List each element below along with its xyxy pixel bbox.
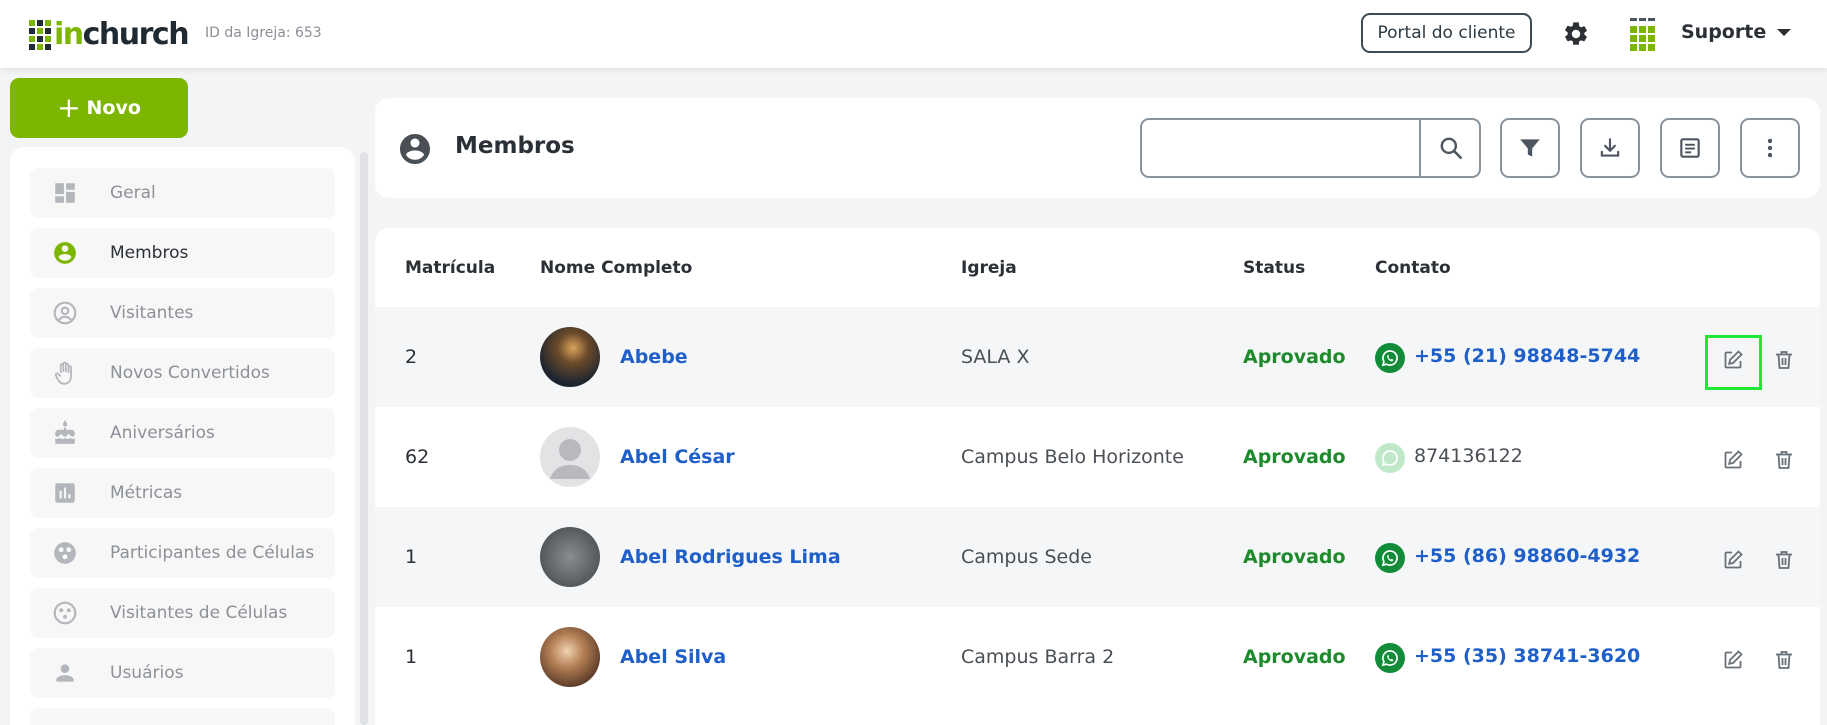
- sidebar-item-label: Usuários: [110, 663, 184, 683]
- sidebar-item-label: Geral: [110, 183, 156, 203]
- search-input[interactable]: [1142, 120, 1421, 176]
- avatar-placeholder[interactable]: [540, 427, 600, 487]
- sidebar-item-novos-convertidos[interactable]: Novos Convertidos: [30, 348, 335, 398]
- person-icon: [56, 664, 74, 682]
- sidebar-item-label: Visitantes: [110, 303, 194, 323]
- trash-icon[interactable]: [1772, 448, 1796, 472]
- column-header-nome[interactable]: Nome Completo: [540, 258, 692, 278]
- column-header-contato[interactable]: Contato: [1375, 258, 1451, 278]
- user-outline-icon: [53, 301, 77, 325]
- plus-icon: +: [57, 91, 81, 124]
- cell-matricula: 62: [405, 446, 430, 468]
- user-circle-icon: [400, 134, 430, 164]
- edit-icon[interactable]: [1721, 648, 1745, 672]
- user-name[interactable]: Suporte: [1681, 21, 1766, 43]
- more-vertical-icon: [1767, 138, 1773, 158]
- trash-icon[interactable]: [1772, 548, 1796, 572]
- logo-grid-icon: [29, 19, 51, 50]
- status-badge: Aprovado: [1243, 446, 1346, 468]
- sidebar-item-aniversarios[interactable]: Aniversários: [30, 408, 335, 458]
- sidebar-item-label: Visitantes de Células: [110, 603, 288, 623]
- sidebar-item-visitantes-celulas[interactable]: Visitantes de Células: [30, 588, 335, 638]
- status-badge: Aprovado: [1243, 346, 1346, 368]
- sidebar-item-label: Aniversários: [110, 423, 215, 443]
- cell-igreja: Campus Barra 2: [961, 646, 1115, 668]
- column-header-matricula[interactable]: Matrícula: [405, 258, 495, 278]
- trash-icon[interactable]: [1772, 648, 1796, 672]
- sidebar-item-visitantes[interactable]: Visitantes: [30, 288, 335, 338]
- logo-text: inchurch: [54, 17, 190, 52]
- hand-icon: [54, 361, 72, 385]
- cell-group-icon: [54, 542, 76, 564]
- bar-chart-icon: [55, 483, 75, 503]
- contact-phone-text: 874136122: [1414, 445, 1523, 467]
- top-bar: inchurch ID da Igreja: 653 Portal do cli…: [0, 0, 1827, 68]
- search-box: [1140, 118, 1481, 178]
- cell-matricula: 1: [405, 546, 418, 568]
- whatsapp-icon[interactable]: [1375, 543, 1405, 573]
- download-icon: [1600, 138, 1620, 157]
- member-name-link[interactable]: Abebe: [620, 346, 688, 368]
- whatsapp-icon: [1375, 443, 1405, 473]
- edit-button-highlight[interactable]: [1705, 335, 1762, 390]
- member-name-link[interactable]: Abel César: [620, 446, 735, 468]
- edit-icon[interactable]: [1721, 548, 1745, 572]
- dashboard-icon: [55, 183, 75, 203]
- contact-phone-link[interactable]: +55 (35) 38741-3620: [1414, 645, 1640, 667]
- download-button[interactable]: [1580, 118, 1640, 178]
- whatsapp-icon[interactable]: [1375, 643, 1405, 673]
- avatar[interactable]: [540, 527, 600, 587]
- column-header-igreja[interactable]: Igreja: [961, 258, 1017, 278]
- cell-igreja: Campus Belo Horizonte: [961, 446, 1184, 468]
- trash-icon[interactable]: [1772, 348, 1796, 372]
- avatar[interactable]: [540, 327, 600, 387]
- whatsapp-icon[interactable]: [1375, 343, 1405, 373]
- sidebar-item-label: Participantes de Células: [110, 543, 315, 563]
- cell-igreja: Campus Sede: [961, 546, 1092, 568]
- cell-matricula: 2: [405, 346, 418, 368]
- user-avatar[interactable]: [1630, 18, 1656, 52]
- page-title: Membros: [455, 133, 575, 159]
- document-icon: [1680, 138, 1700, 158]
- sidebar-scrollbar[interactable]: [360, 152, 368, 725]
- sidebar: Geral Membros Visitantes Novos Convertid…: [10, 147, 355, 725]
- column-header-status[interactable]: Status: [1243, 258, 1305, 278]
- cell-igreja: SALA X: [961, 346, 1030, 368]
- default-user-icon: [550, 439, 590, 479]
- search-icon: [1440, 137, 1463, 160]
- inchurch-logo[interactable]: inchurch: [29, 17, 190, 52]
- status-badge: Aprovado: [1243, 546, 1346, 568]
- more-options-button[interactable]: [1740, 118, 1800, 178]
- status-badge: Aprovado: [1243, 646, 1346, 668]
- sidebar-item-membros[interactable]: Membros: [30, 228, 335, 278]
- client-portal-button[interactable]: Portal do cliente: [1361, 13, 1532, 53]
- member-name-link[interactable]: Abel Rodrigues Lima: [620, 546, 841, 568]
- filter-button[interactable]: [1500, 118, 1560, 178]
- gear-icon[interactable]: [1562, 20, 1590, 48]
- new-button-label: Novo: [86, 97, 141, 119]
- sidebar-item-participantes-celulas[interactable]: Participantes de Células: [30, 528, 335, 578]
- chevron-down-icon[interactable]: [1777, 29, 1791, 36]
- edit-icon[interactable]: [1721, 448, 1745, 472]
- avatar[interactable]: [540, 627, 600, 687]
- search-button[interactable]: [1423, 120, 1479, 176]
- filter-icon: [1520, 139, 1540, 157]
- member-name-link[interactable]: Abel Silva: [620, 646, 726, 668]
- report-button[interactable]: [1660, 118, 1720, 178]
- sidebar-item-label: Métricas: [110, 483, 183, 503]
- sidebar-item-geral[interactable]: Geral: [30, 168, 335, 218]
- sidebar-item-label: Novos Convertidos: [110, 363, 270, 383]
- user-circle-icon: [54, 242, 76, 264]
- cell-matricula: 1: [405, 646, 418, 668]
- contact-phone-link[interactable]: +55 (86) 98860-4932: [1414, 545, 1640, 567]
- sidebar-item-label: Membros: [110, 243, 189, 263]
- church-id: ID da Igreja: 653: [205, 25, 322, 41]
- sidebar-item-metricas[interactable]: Métricas: [30, 468, 335, 518]
- cake-icon: [55, 420, 75, 444]
- contact-phone-link[interactable]: +55 (21) 98848-5744: [1414, 345, 1640, 367]
- new-button[interactable]: + Novo: [10, 78, 188, 138]
- sidebar-item-usuarios[interactable]: Usuários: [30, 648, 335, 698]
- sidebar-item-more[interactable]: [30, 708, 335, 725]
- cell-visitors-icon: [53, 601, 77, 625]
